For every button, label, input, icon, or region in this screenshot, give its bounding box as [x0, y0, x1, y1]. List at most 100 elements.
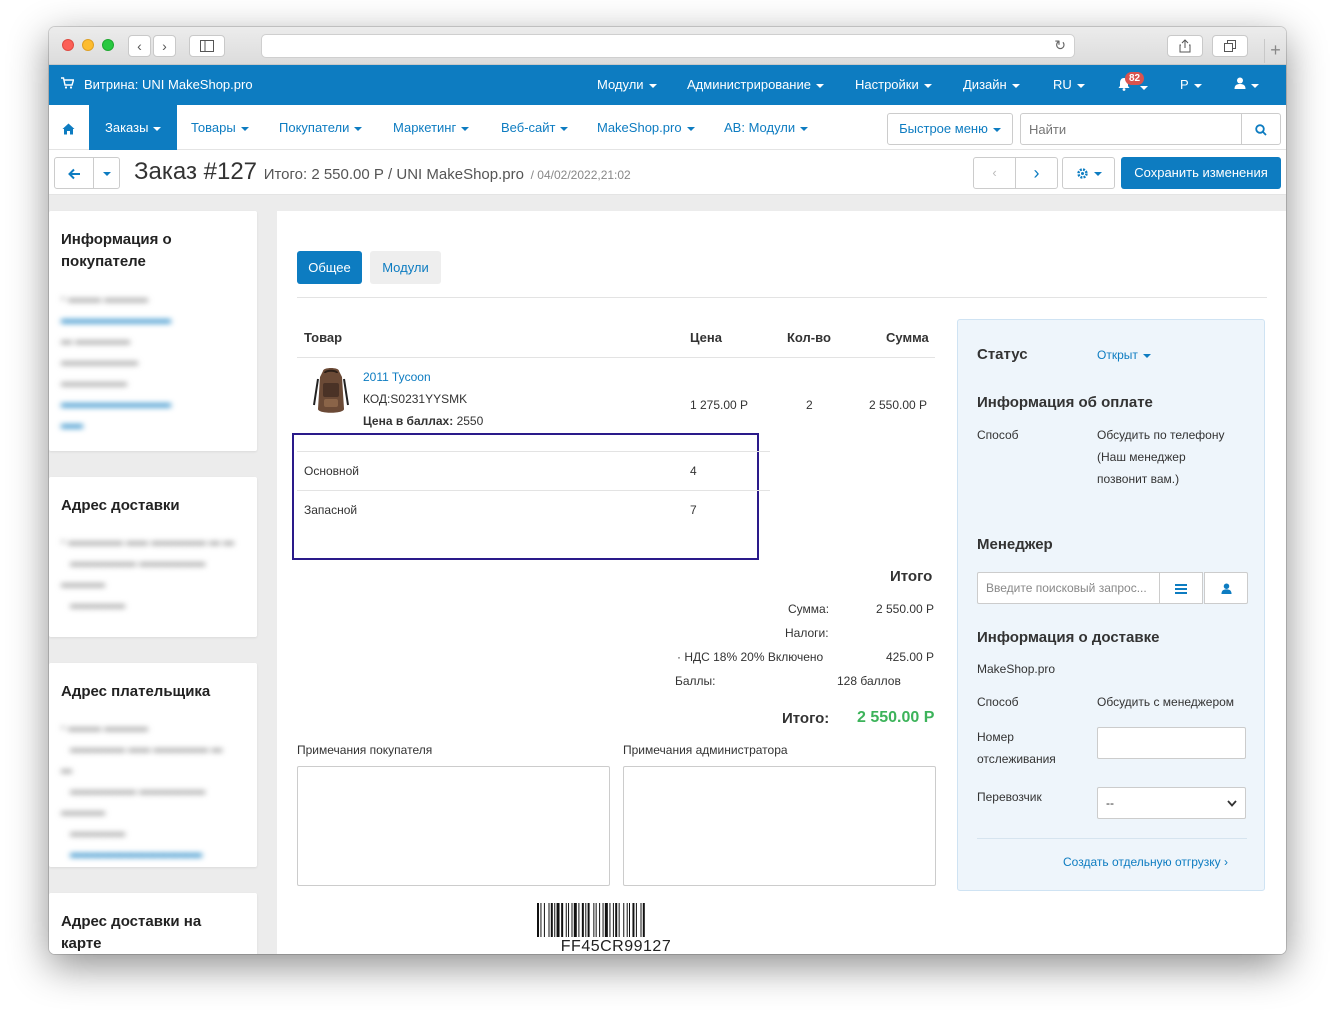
- caret-down-icon: [686, 126, 695, 131]
- caret-down-icon: [800, 126, 809, 131]
- buyer-notes-textarea[interactable]: [297, 766, 610, 886]
- menu-settings[interactable]: Настройки: [855, 77, 932, 92]
- admin-notes-textarea[interactable]: [623, 766, 936, 886]
- payment-info-title: Информация об оплате: [977, 394, 1153, 411]
- next-order-button[interactable]: ›: [1015, 157, 1058, 189]
- main-nav: Заказы Товары Покупатели Маркетинг Веб-с…: [49, 105, 1286, 150]
- nav-makeshop-label: MakeShop.pro: [597, 120, 682, 135]
- menu-settings-label: Настройки: [855, 77, 919, 92]
- totals-heading: Итого: [890, 568, 933, 585]
- totals-sum-label: Сумма:: [788, 602, 830, 616]
- nav-website[interactable]: Веб-сайт: [501, 105, 569, 150]
- cart-icon: [61, 77, 75, 92]
- prev-order-button[interactable]: ‹: [973, 157, 1016, 189]
- url-bar[interactable]: ↻: [261, 34, 1075, 58]
- chevron-down-icon: [1227, 800, 1237, 807]
- menu-administration[interactable]: Администрирование: [687, 77, 824, 92]
- minimize-window-button[interactable]: [82, 39, 94, 51]
- menu-language[interactable]: RU: [1053, 77, 1085, 92]
- home-button[interactable]: [62, 105, 75, 150]
- search-input[interactable]: [1020, 113, 1242, 145]
- tab-general[interactable]: Общее: [297, 251, 362, 284]
- barcode-bar: [642, 903, 645, 937]
- nav-makeshop[interactable]: MakeShop.pro: [597, 105, 695, 150]
- barcode-bar: [595, 903, 597, 937]
- nav-products[interactable]: Товары: [191, 105, 249, 150]
- manager-user-button[interactable]: [1204, 572, 1248, 604]
- new-tab-button[interactable]: +: [1264, 39, 1286, 63]
- map-card: Адрес доставки на карте: [49, 893, 257, 954]
- reload-icon[interactable]: ↻: [1054, 37, 1066, 54]
- product-image[interactable]: [311, 365, 351, 417]
- tracking-number-input[interactable]: [1097, 727, 1246, 759]
- highlight-box: [292, 433, 759, 560]
- close-window-button[interactable]: [62, 39, 74, 51]
- col-header-product: Товар: [304, 330, 343, 345]
- gear-icon: [1076, 168, 1088, 179]
- payer-address-card: Адрес плательщика ▪ ▬▬▬ ▬▬▬▬ ▬▬▬▬▬ ▬▬ ▬▬…: [49, 663, 257, 867]
- user-icon: [1220, 583, 1232, 595]
- grand-total-value: 2 550.00 Р: [857, 709, 935, 726]
- menu-currency[interactable]: Р: [1180, 77, 1202, 92]
- buyer-info-blurred: ▪ ▬▬▬ ▬▬▬▬ ▬▬▬▬▬▬▬▬▬▬ ▬ ▬▬▬▬▬ ▬▬▬▬▬▬▬ ▬▬▬▬▬▬…: [61, 293, 171, 431]
- product-qty: 2: [806, 398, 813, 412]
- nav-orders-label: Заказы: [105, 120, 149, 135]
- quick-menu-button[interactable]: Быстрое меню: [887, 113, 1013, 145]
- sidebar-toggle-button[interactable]: [189, 35, 225, 57]
- nav-ab-modules[interactable]: AB: Модули: [724, 105, 809, 150]
- barcode-bar: [623, 903, 625, 937]
- col-header-qty: Кол-во: [787, 330, 831, 345]
- barcode-bar: [612, 903, 614, 937]
- barcode-bar: [568, 903, 570, 937]
- forward-button[interactable]: ›: [153, 35, 176, 57]
- caret-down-icon: [560, 126, 569, 131]
- product-points-label: Цена в баллах:: [363, 414, 454, 428]
- store-link[interactable]: Витрина: UNI MakeShop.pro: [61, 77, 253, 92]
- caret-down-icon: [1193, 83, 1202, 88]
- barcode-bar: [543, 903, 545, 937]
- create-shipment-link[interactable]: Создать отдельную отгрузку ›: [1063, 851, 1228, 873]
- product-name-link[interactable]: 2011 Tycoon: [363, 370, 431, 384]
- nav-customers[interactable]: Покупатели: [279, 105, 363, 150]
- grand-total-label: Итого:: [782, 710, 830, 727]
- back-to-list-button[interactable]: [54, 157, 94, 189]
- order-main-panel: Общее Модули Товар Цена Кол-во Сумма 201…: [277, 211, 1286, 954]
- totals-vat-value: 425.00 Р: [886, 650, 935, 664]
- barcode-bar: [554, 903, 556, 937]
- menu-modules[interactable]: Модули: [597, 77, 657, 92]
- manager-search-input[interactable]: Введите поисковый запрос...: [977, 572, 1160, 604]
- status-dropdown[interactable]: Открыт: [1097, 344, 1151, 366]
- maximize-window-button[interactable]: [102, 39, 114, 51]
- notifications-button[interactable]: 82: [1117, 72, 1148, 94]
- barcode-bar: [599, 903, 601, 937]
- caret-down-icon: [153, 126, 162, 131]
- payment-method-label: Способ: [977, 428, 1019, 442]
- product-points-value: 2550: [456, 414, 484, 428]
- delivery-address-title: Адрес доставки: [61, 497, 180, 514]
- nav-orders[interactable]: Заказы: [89, 105, 178, 150]
- menu-design[interactable]: Дизайн: [963, 77, 1020, 92]
- carrier-select[interactable]: --: [1097, 787, 1246, 819]
- nav-marketing[interactable]: Маркетинг: [393, 105, 470, 150]
- divider: [297, 490, 770, 491]
- share-button[interactable]: [1167, 35, 1203, 57]
- status-value: Открыт: [1097, 348, 1138, 362]
- caret-down-icon: [240, 126, 249, 131]
- barcode-bar: [565, 903, 567, 937]
- back-button[interactable]: ‹: [128, 35, 151, 57]
- barcode-bar: [602, 903, 604, 937]
- tab-modules[interactable]: Модули: [370, 251, 441, 284]
- col-header-price: Цена: [690, 330, 722, 345]
- search-button[interactable]: [1241, 113, 1281, 145]
- divider: [977, 838, 1247, 839]
- menu-administration-label: Администрирование: [687, 77, 811, 92]
- settings-dropdown-button[interactable]: [1062, 157, 1115, 189]
- manager-list-button[interactable]: [1159, 572, 1203, 604]
- save-changes-button[interactable]: Сохранить изменения: [1121, 157, 1281, 189]
- user-menu[interactable]: [1234, 77, 1259, 92]
- back-dropdown-button[interactable]: [93, 157, 120, 189]
- barcode-bar: [629, 903, 630, 937]
- nav-ab-modules-label: AB: Модули: [724, 120, 796, 135]
- barcode-bar: [573, 903, 577, 937]
- tabs-overview-button[interactable]: [1212, 35, 1248, 57]
